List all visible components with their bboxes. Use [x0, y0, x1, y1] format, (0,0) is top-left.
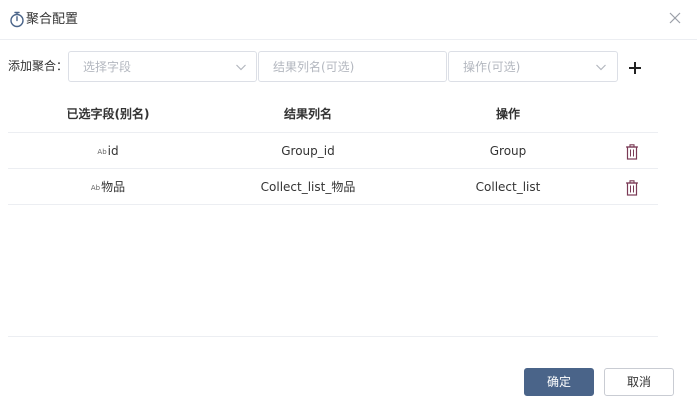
- header-selected-field: 已选字段(别名): [66, 107, 150, 121]
- plus-icon[interactable]: [627, 60, 643, 76]
- table-row: Abid Group_id Group: [8, 133, 658, 169]
- aggregation-config-dialog: 聚合配置 添加聚合： 选择字段 结果列名(可选) 操作(可选) 已选字段(别名)…: [0, 0, 697, 418]
- chevron-down-icon: [236, 64, 246, 71]
- operation-select-placeholder: 操作(可选): [463, 60, 521, 74]
- operation-cell: Group: [489, 144, 527, 158]
- result-column-cell: Collect_list_物品: [260, 180, 356, 194]
- operation-select[interactable]: 操作(可选): [448, 51, 618, 82]
- add-aggregation-label: 添加聚合：: [8, 59, 69, 73]
- trash-icon[interactable]: [625, 180, 639, 196]
- close-icon[interactable]: [667, 10, 683, 26]
- header-result-column: 结果列名: [283, 107, 332, 121]
- table-row: Ab物品 Collect_list_物品 Collect_list: [8, 169, 658, 205]
- footer-divider: [8, 336, 658, 337]
- text-type-icon: Ab: [90, 184, 101, 192]
- stopwatch-icon: [10, 11, 24, 28]
- result-column-cell: Group_id: [281, 144, 335, 158]
- table-header: 已选字段(别名) 结果列名 操作: [8, 96, 658, 133]
- operation-cell: Collect_list: [475, 180, 541, 194]
- field-name: 物品: [101, 180, 126, 194]
- text-type-icon: Ab: [97, 148, 107, 156]
- field-select-placeholder: 选择字段: [83, 60, 132, 74]
- confirm-button[interactable]: 确定: [524, 368, 594, 396]
- dialog-header: 聚合配置: [0, 0, 697, 40]
- cancel-button[interactable]: 取消: [604, 368, 674, 396]
- selected-field-cell: Abid: [8, 144, 208, 159]
- result-column-placeholder: 结果列名(可选): [273, 60, 355, 74]
- selected-field-cell: Ab物品: [8, 180, 208, 195]
- header-operation: 操作: [495, 107, 520, 121]
- dialog-title: 聚合配置: [26, 12, 79, 27]
- aggregation-table: 已选字段(别名) 结果列名 操作 Abid Group_id Group Ab物…: [8, 96, 658, 205]
- chevron-down-icon: [596, 64, 606, 71]
- field-select[interactable]: 选择字段: [68, 51, 257, 82]
- trash-icon[interactable]: [625, 144, 639, 160]
- field-name: id: [107, 144, 119, 158]
- result-column-input[interactable]: 结果列名(可选): [258, 51, 447, 82]
